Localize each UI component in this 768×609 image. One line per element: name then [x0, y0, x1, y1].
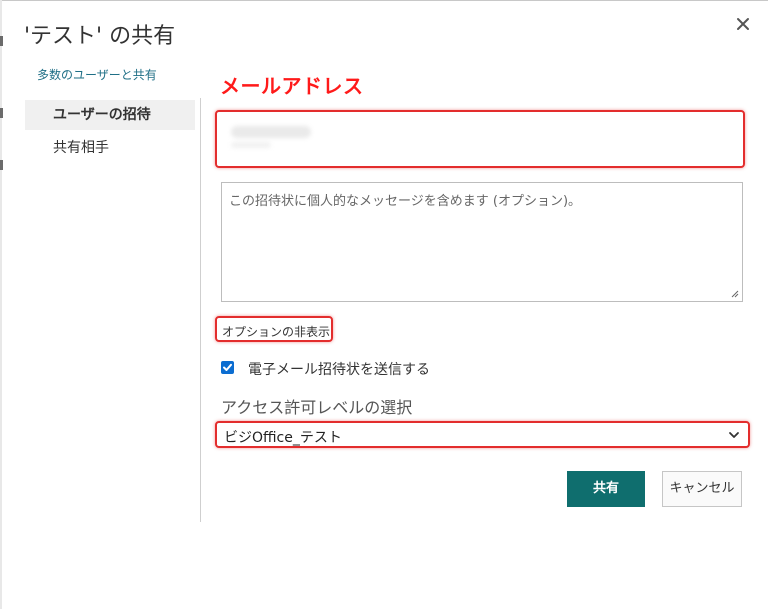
checkmark-icon — [223, 363, 232, 371]
nav-item-label: 共有相手 — [53, 140, 109, 156]
window-left-edge — [0, 0, 2, 609]
background-fragment — [0, 108, 3, 118]
close-button[interactable] — [733, 14, 753, 34]
nav-divider — [200, 98, 201, 522]
message-placeholder: この招待状に個人的なメッセージを含めます (オプション)。 — [229, 194, 582, 209]
window-top-border — [0, 0, 768, 1]
send-email-label: 電子メール招待状を送信する — [248, 362, 430, 378]
nav-item-label: ユーザーの招待 — [53, 107, 151, 123]
chevron-down-icon — [729, 432, 739, 438]
hide-options-link[interactable]: オプションの非表示 — [215, 316, 333, 342]
redacted-email — [231, 126, 311, 138]
dialog-title: 'テスト' の共有 — [24, 24, 176, 49]
email-input[interactable] — [215, 110, 745, 168]
permission-level-heading: アクセス許可レベルの選択 — [221, 398, 413, 417]
send-email-checkbox[interactable] — [221, 361, 234, 374]
background-fragment — [0, 36, 3, 46]
permission-level-select[interactable]: ビジOffice_テスト — [215, 421, 750, 448]
redacted-email — [231, 142, 271, 148]
invitation-message-textarea[interactable]: この招待状に個人的なメッセージを含めます (オプション)。 — [221, 182, 743, 302]
cancel-button[interactable]: キャンセル — [662, 471, 742, 507]
resize-grip-icon[interactable] — [730, 289, 739, 298]
nav-item-invite-people[interactable]: ユーザーの招待 — [25, 100, 195, 130]
share-button[interactable]: 共有 — [567, 471, 645, 507]
nav-item-shared-with[interactable]: 共有相手 — [25, 133, 195, 163]
hide-options-label: オプションの非表示 — [222, 325, 331, 339]
background-fragment — [0, 160, 3, 170]
permission-level-value: ビジOffice_テスト — [224, 430, 342, 446]
close-icon — [737, 18, 749, 30]
share-with-many-link[interactable]: 多数のユーザーと共有 — [37, 66, 157, 83]
email-annotation-label: メールアドレス — [220, 74, 364, 98]
